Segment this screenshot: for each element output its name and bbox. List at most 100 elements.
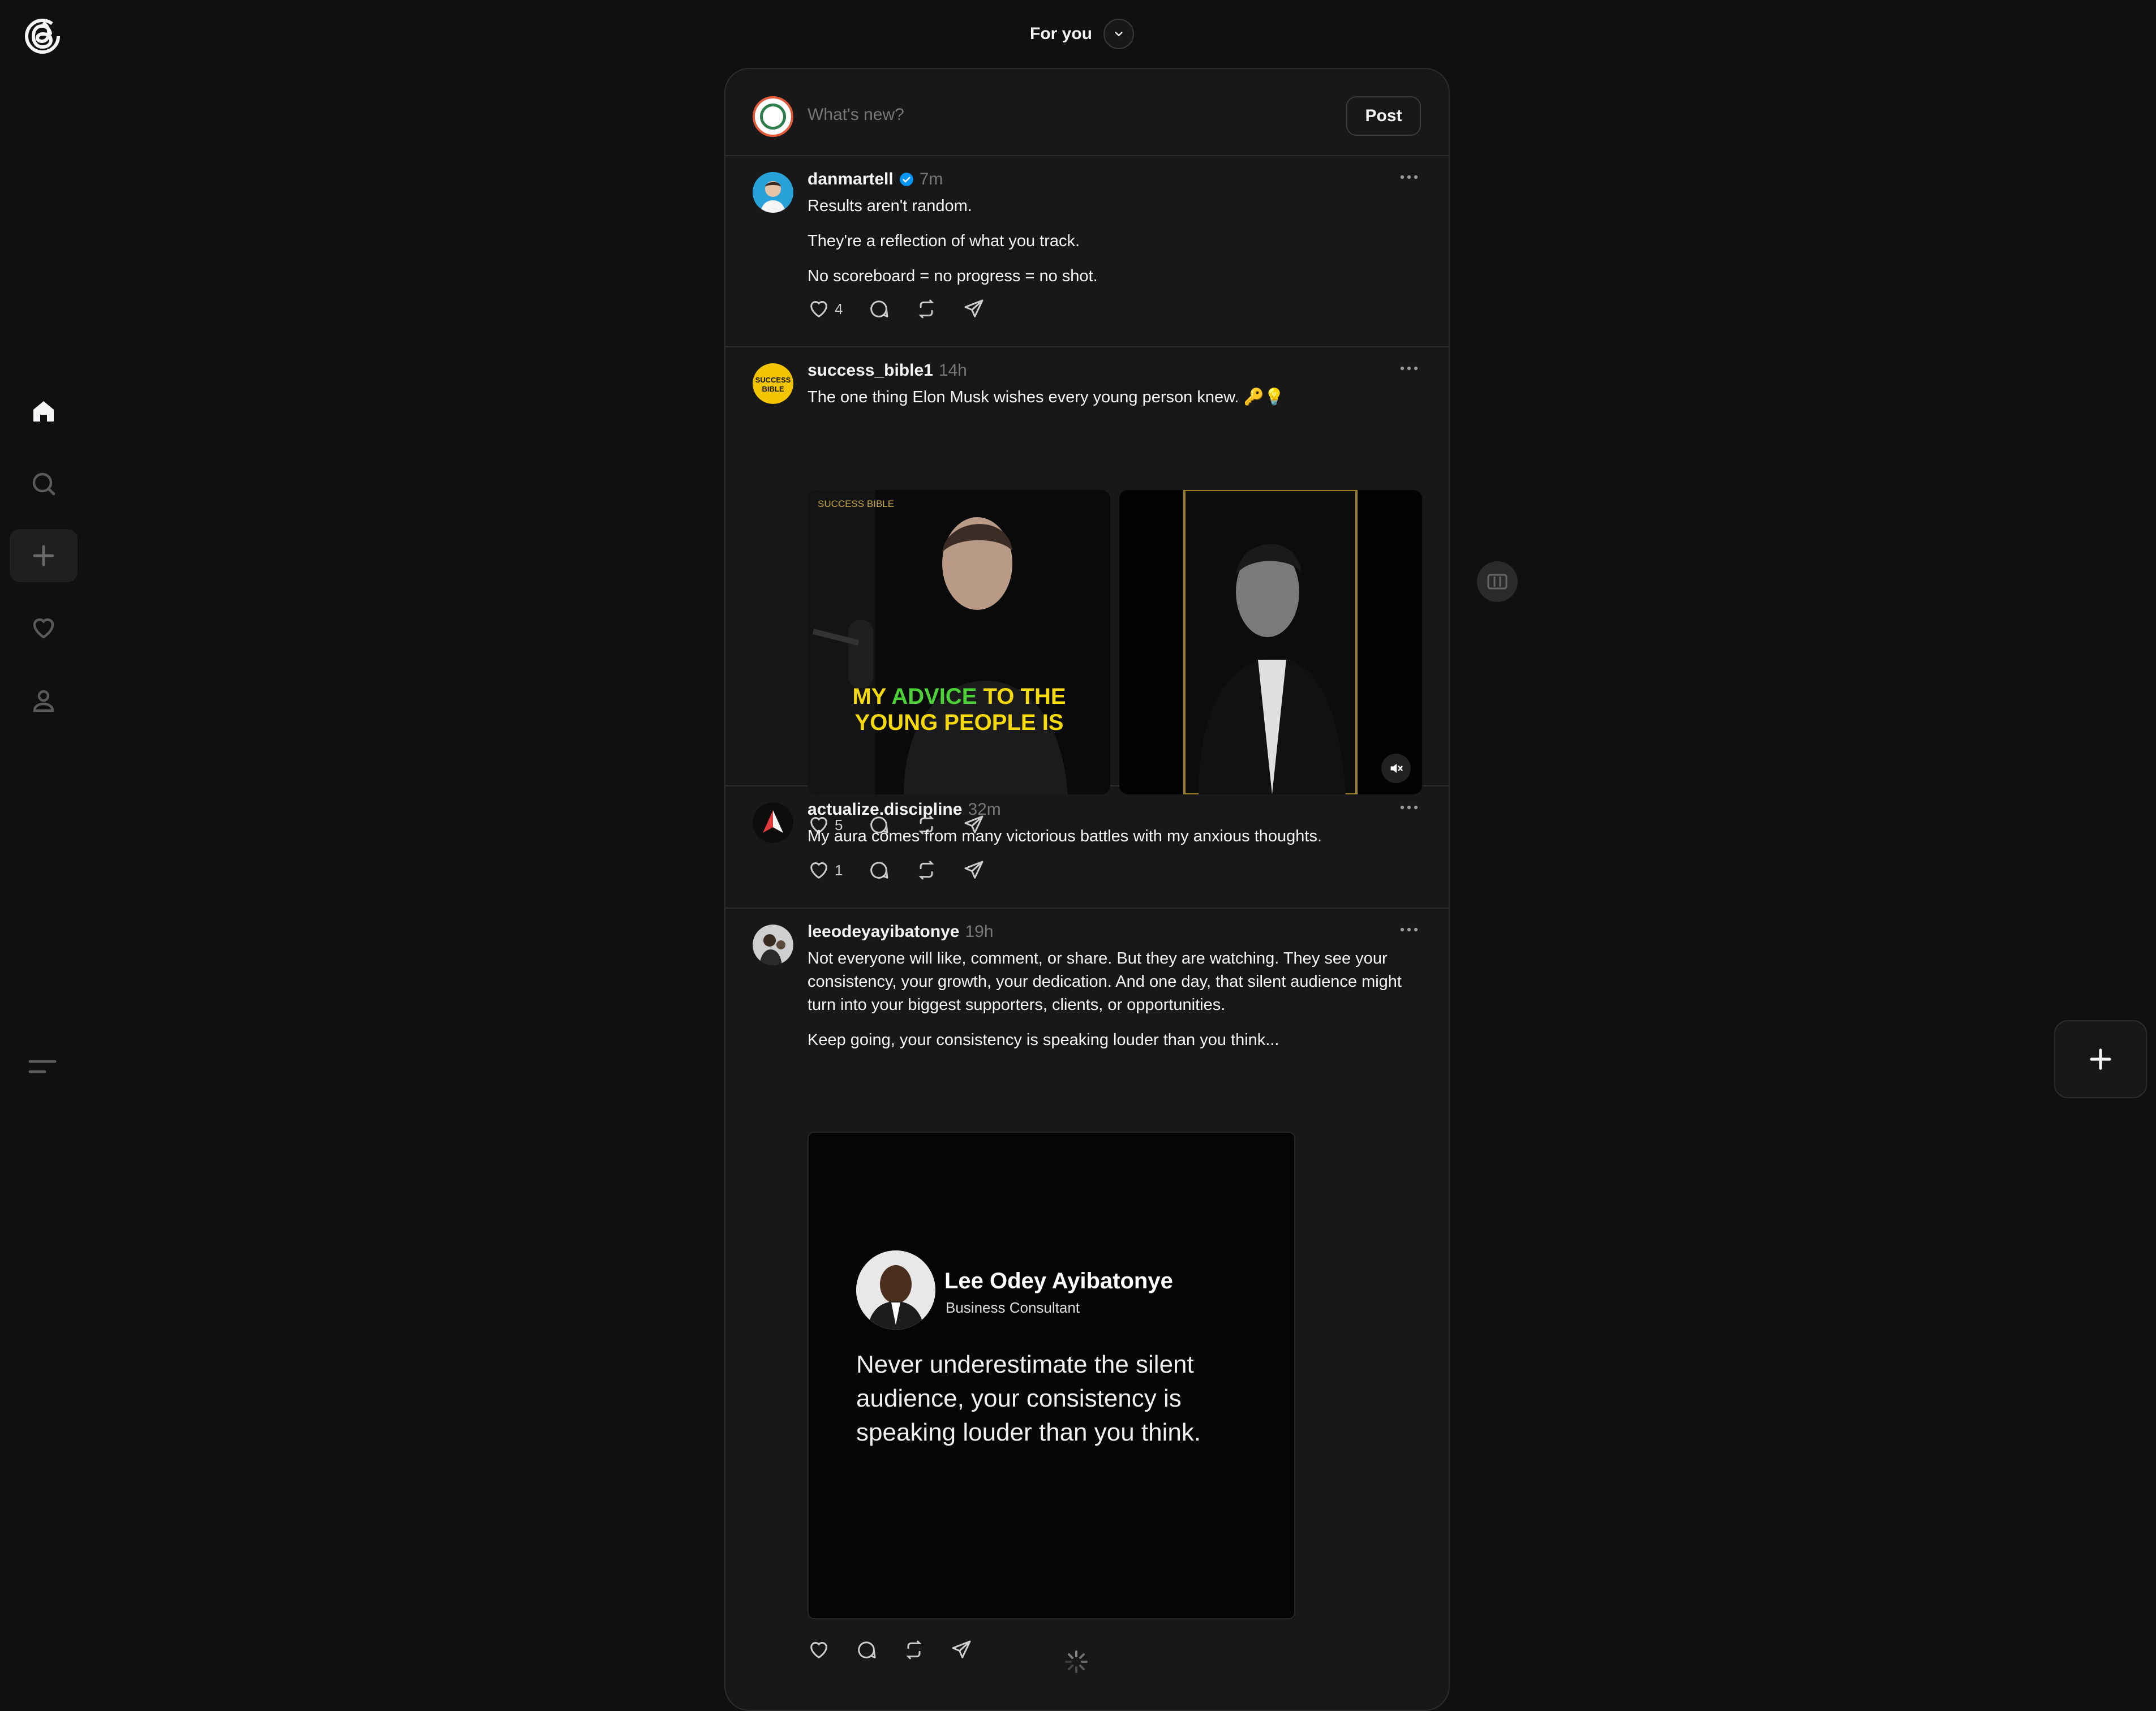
post-username[interactable]: leeodeyayibatonye xyxy=(808,922,959,942)
nav-create[interactable] xyxy=(10,529,78,582)
share-button[interactable] xyxy=(963,859,985,882)
post-paragraph: They're a reflection of what you track. xyxy=(808,232,1080,250)
feed-title: For you xyxy=(1030,24,1092,43)
comment-button[interactable] xyxy=(867,859,890,882)
video-watermark: SUCCESS BIBLE xyxy=(818,498,894,509)
comment-button[interactable] xyxy=(855,1639,878,1661)
post-text: My aura comes from many victorious battl… xyxy=(808,825,1424,860)
nav-search[interactable] xyxy=(10,457,78,510)
share-button[interactable] xyxy=(950,1639,973,1661)
post-video-thumbnail[interactable] xyxy=(1119,490,1422,794)
create-icon xyxy=(33,545,54,566)
verified-icon xyxy=(899,173,913,186)
post-button[interactable]: Post xyxy=(1346,96,1421,136)
repost-icon xyxy=(906,1640,922,1660)
composer-input[interactable]: What's new? xyxy=(808,105,904,124)
share-icon xyxy=(964,861,983,879)
repost-button[interactable] xyxy=(915,298,938,320)
post-time[interactable]: 19h xyxy=(965,922,993,942)
post-image[interactable]: Lee Odey Ayibatonye Business Consultant … xyxy=(808,1132,1295,1619)
like-button[interactable]: 1 xyxy=(808,859,843,882)
composer: What's new? Post xyxy=(725,69,1449,156)
post-video-thumbnail[interactable]: SUCCESS BIBLE MY ADVICE TO THE YOUNG PEO… xyxy=(808,490,1110,794)
post-actions xyxy=(808,1639,973,1661)
like-icon xyxy=(810,301,827,318)
search-icon xyxy=(32,472,55,496)
feed-header: For you xyxy=(1030,17,1134,51)
post-paragraph: The one thing Elon Musk wishes every you… xyxy=(808,388,1285,406)
nav-home[interactable] xyxy=(10,385,78,438)
share-icon xyxy=(952,1640,971,1658)
more-icon[interactable] xyxy=(1398,799,1420,816)
spinner-icon xyxy=(1065,1650,1088,1673)
comment-icon xyxy=(858,1641,876,1658)
avatar[interactable] xyxy=(753,925,793,965)
more-icon[interactable] xyxy=(1398,921,1420,938)
feed-column: What's new? Post danmartell 7m Results a… xyxy=(724,68,1450,1711)
like-button[interactable] xyxy=(808,1639,830,1661)
post-time[interactable]: 7m xyxy=(920,170,943,189)
card-quote: Never underestimate the silent audience,… xyxy=(856,1351,1201,1446)
card-name: Lee Odey Ayibatonye xyxy=(944,1269,1173,1293)
post-username[interactable]: success_bible1 xyxy=(808,361,933,380)
post-text: The one thing Elon Musk wishes every you… xyxy=(808,386,1424,421)
repost-button[interactable] xyxy=(915,859,938,882)
mute-icon xyxy=(1390,763,1403,773)
post-item: actualize.discipline 32m My aura comes f… xyxy=(725,785,1449,909)
feed-switcher-button[interactable] xyxy=(1103,19,1134,49)
mute-button[interactable] xyxy=(1381,754,1411,783)
comment-icon xyxy=(870,300,888,317)
like-icon xyxy=(810,862,827,879)
like-icon xyxy=(810,1642,827,1659)
add-column-button[interactable] xyxy=(1477,561,1518,602)
nav-profile[interactable] xyxy=(10,674,78,727)
post-username[interactable]: danmartell xyxy=(808,170,894,189)
video-caption: YOUNG PEOPLE IS xyxy=(855,710,1064,735)
video-caption: MY ADVICE TO THE xyxy=(852,684,1066,709)
new-thread-button[interactable] xyxy=(2054,1020,2147,1098)
avatar[interactable] xyxy=(753,96,793,137)
post-paragraph: My aura comes from many victorious battl… xyxy=(808,827,1322,845)
repost-button[interactable] xyxy=(903,1639,925,1661)
columns-icon xyxy=(1487,574,1508,590)
comment-button[interactable] xyxy=(867,298,890,320)
avatar[interactable]: SUCCESS BIBLE xyxy=(753,363,793,404)
post-actions: 4 xyxy=(808,298,985,320)
more-icon[interactable] xyxy=(1398,169,1420,186)
profile-icon xyxy=(33,690,54,712)
repost-icon xyxy=(918,299,935,319)
avatar[interactable] xyxy=(753,802,793,843)
repost-icon xyxy=(918,861,935,880)
post-time[interactable]: 32m xyxy=(968,800,1000,819)
comment-icon xyxy=(870,862,888,879)
post-actions: 1 xyxy=(808,859,985,882)
card-role: Business Consultant xyxy=(946,1299,1080,1316)
svg-text:BIBLE: BIBLE xyxy=(762,385,784,393)
avatar[interactable] xyxy=(753,172,793,213)
post-item: leeodeyayibatonye 19h Not everyone will … xyxy=(725,908,1449,1710)
like-count: 4 xyxy=(835,300,843,317)
like-count: 1 xyxy=(835,861,843,879)
post-text: Results aren't random. They're a reflect… xyxy=(808,195,1424,300)
share-button[interactable] xyxy=(963,298,985,320)
post-item: SUCCESS BIBLE success_bible1 14h The one … xyxy=(725,346,1449,835)
card-avatar xyxy=(856,1250,935,1330)
like-button[interactable]: 4 xyxy=(808,298,843,320)
post-username[interactable]: actualize.discipline xyxy=(808,800,962,819)
share-icon xyxy=(964,299,983,317)
svg-text:SUCCESS: SUCCESS xyxy=(755,376,791,384)
post-paragraph: Results aren't random. xyxy=(808,197,972,215)
post-time[interactable]: 14h xyxy=(939,361,967,380)
plus-icon xyxy=(2090,1048,2111,1070)
post-item: danmartell 7m Results aren't random. The… xyxy=(725,155,1449,347)
menu-icon[interactable] xyxy=(25,1052,59,1081)
threads-logo-icon[interactable] xyxy=(24,16,61,56)
post-paragraph: No scoreboard = no progress = no shot. xyxy=(808,267,1098,285)
nav-activity[interactable] xyxy=(10,601,78,655)
more-icon[interactable] xyxy=(1398,360,1420,377)
post-paragraph: Not everyone will like, comment, or shar… xyxy=(808,949,1402,1014)
post-text: Not everyone will like, comment, or shar… xyxy=(808,947,1424,1064)
heart-icon xyxy=(33,618,54,639)
home-icon xyxy=(33,401,54,422)
post-paragraph: Keep going, your consistency is speaking… xyxy=(808,1031,1279,1049)
